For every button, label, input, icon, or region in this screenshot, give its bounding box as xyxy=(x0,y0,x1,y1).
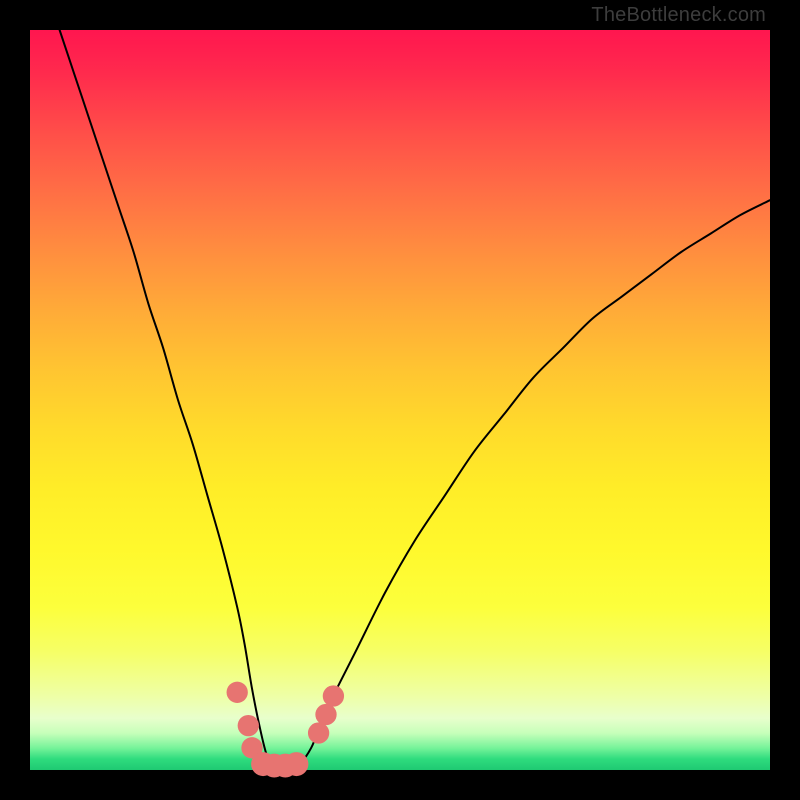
curve-marker xyxy=(238,715,259,736)
curve-marker xyxy=(284,752,308,776)
chart-frame: TheBottleneck.com xyxy=(0,0,800,800)
bottleneck-curve xyxy=(60,30,770,768)
curve-layer xyxy=(30,30,770,770)
curve-marker xyxy=(227,682,248,703)
curve-marker xyxy=(315,704,336,725)
curve-marker xyxy=(308,722,329,743)
plot-area xyxy=(30,30,770,770)
curve-marker xyxy=(323,685,344,706)
curve-markers xyxy=(227,682,345,778)
watermark-text: TheBottleneck.com xyxy=(591,4,766,27)
